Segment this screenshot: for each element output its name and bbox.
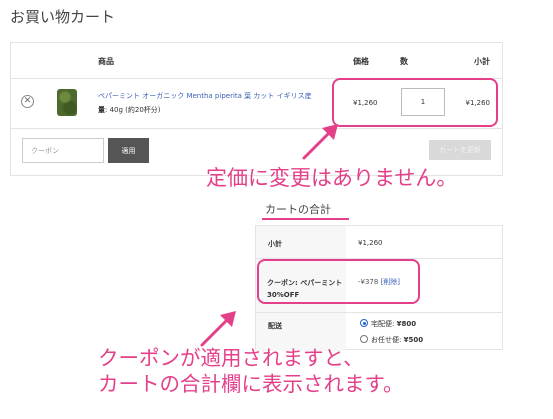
weight-label: 量 — [98, 106, 105, 114]
update-cart-button[interactable]: カートを更新 — [429, 140, 491, 160]
header-quantity: 数 — [400, 57, 408, 66]
totals-subtotal-row: 小計 ¥1,260 — [256, 226, 502, 259]
apply-coupon-button[interactable]: 適用 — [108, 138, 149, 163]
shipping-option-takuhaibin[interactable]: 宅配便: ¥800 — [360, 319, 416, 329]
weight-value: : 40g (約20杯分) — [105, 106, 161, 114]
header-subtotal: 小計 — [474, 57, 490, 66]
coupon-annotation: クーポンが適用されますと、 カートの合計欄に表示されます。 — [98, 345, 403, 397]
header-product: 商品 — [98, 57, 114, 66]
coupon-annotation-line-2: カートの合計欄に表示されます。 — [98, 372, 404, 396]
shipping-label: 配送 — [268, 322, 282, 330]
cart-totals-title: カートの合計 — [265, 203, 331, 216]
shipping-option-price: ¥800 — [396, 320, 417, 328]
coupon-code-input[interactable] — [22, 138, 104, 163]
remove-item-icon[interactable]: ✕ — [21, 95, 34, 108]
page-title: お買い物カート — [10, 8, 116, 26]
cart-table-header: 商品 価格 数 小計 — [11, 43, 502, 79]
shipping-option-price: ¥500 — [403, 336, 424, 344]
shipping-option-omakase[interactable]: お任せ便: ¥500 — [360, 335, 423, 345]
radio-selected-icon[interactable] — [360, 319, 368, 327]
header-price: 価格 — [353, 57, 369, 66]
product-thumbnail[interactable] — [57, 89, 77, 116]
radio-unselected-icon[interactable] — [360, 335, 368, 343]
price-annotation: 定価に変更はありません。 — [206, 166, 458, 190]
totals-subtotal-value: ¥1,260 — [358, 239, 383, 247]
arrow-to-price-icon — [302, 124, 338, 160]
shipping-option-label: 宅配便: — [371, 320, 397, 328]
product-name-link[interactable]: ペパーミント オーガニック Mentha piperita 葉 カット イギリス… — [98, 91, 338, 101]
shipping-option-label: お任せ便: — [371, 336, 404, 344]
totals-subtotal-label: 小計 — [268, 240, 282, 248]
price-highlight-box — [332, 78, 498, 127]
coupon-highlight-box — [257, 259, 420, 304]
cart-totals-underline — [262, 218, 349, 220]
coupon-annotation-line-1: クーポンが適用されますと、 — [98, 346, 364, 370]
product-weight: 量: 40g (約20杯分) — [98, 105, 161, 115]
